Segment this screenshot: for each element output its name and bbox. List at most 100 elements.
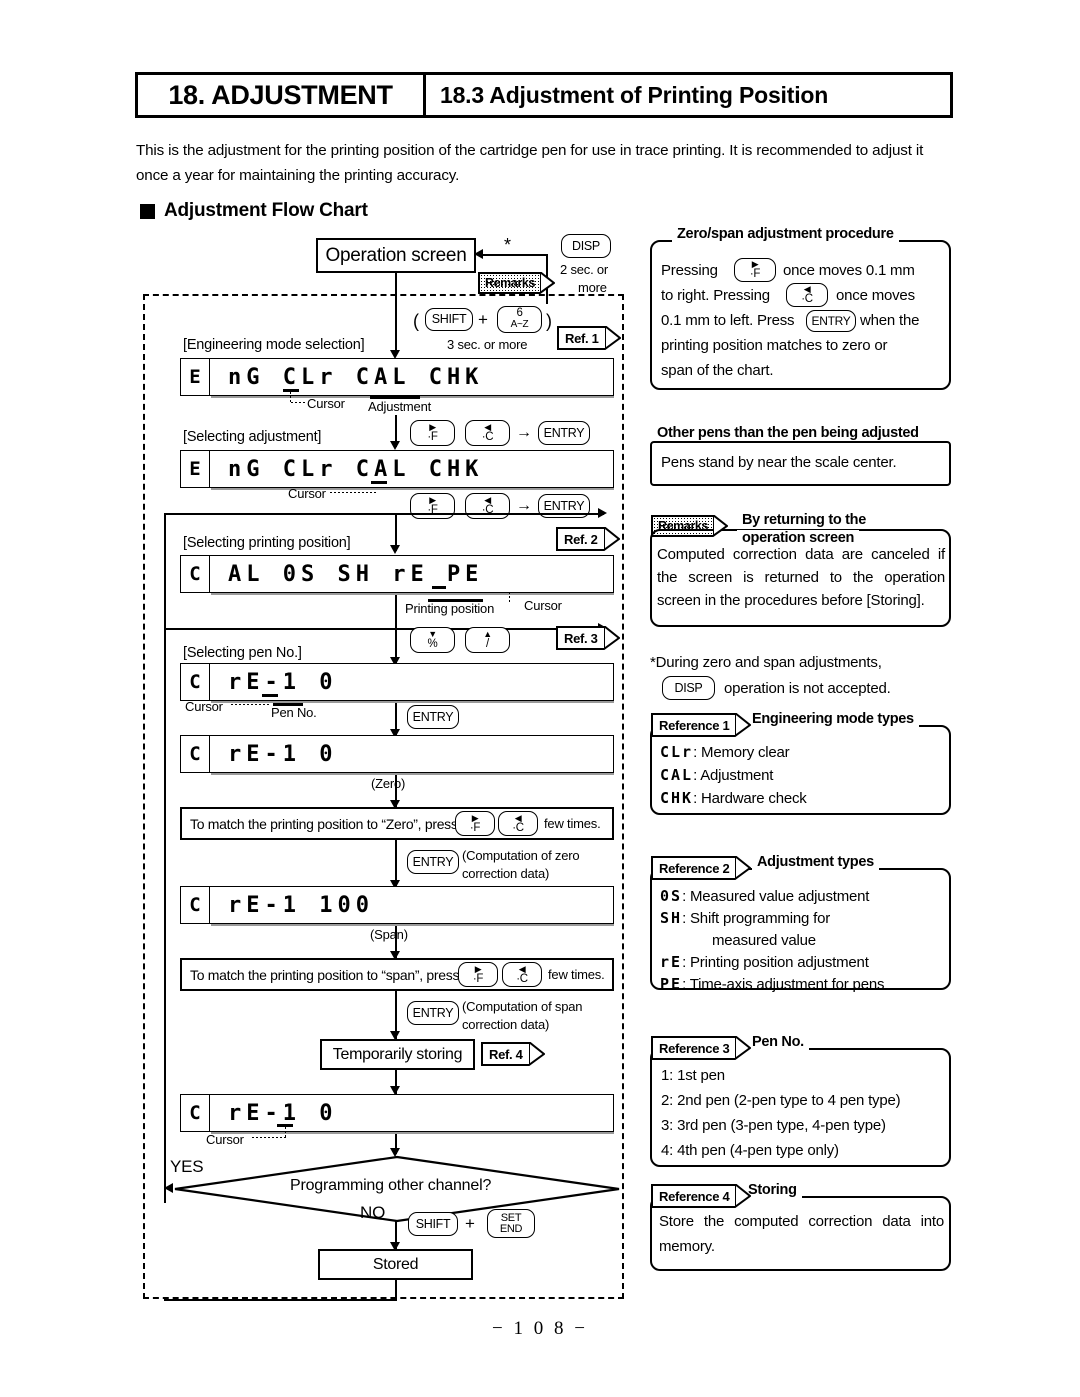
comp-span-line2: correction data) [462,1017,550,1032]
adjustment-label: Adjustment [368,399,432,414]
ref1-item-1-code: CAL [660,766,694,784]
ref4-tag-tip-icon [735,1184,752,1208]
ref1-item-0: CLr: Memory clear [660,740,790,765]
disp-key-label: DISP [572,238,600,253]
lcd-3-indicator: C [180,555,210,593]
stored-return-line [164,1299,397,1301]
ref4-title: Storing [743,1182,802,1198]
comp-zero-line2: correction data) [462,866,550,881]
ref4-tag-label: Reference 4 [651,1184,736,1208]
ref2-item-1-code: SH [660,909,683,927]
zs-left-arrow-c-key[interactable]: ◀ ·C [786,283,828,307]
ref1-item-1: CAL: Adjustment [660,763,773,788]
lcd-6-indicator: C [180,886,210,924]
right-triangle-icon-2: ▶ [429,495,436,505]
shift-key-label: SHIFT [431,312,467,327]
lcd-5-indicator: C [180,735,210,773]
disp-note-key-label: DISP [674,680,703,695]
manual-page: 18. ADJUSTMENT 18.3 Adjustment of Printi… [0,0,1080,1397]
disp-key[interactable]: DISP [561,234,611,258]
right-arrow-f-key-2[interactable]: ▶ ·F [410,493,455,519]
lcd-row-2: E nG CLr CAL CHK [180,450,614,488]
up-triangle-icon: ▲ [483,629,492,639]
zero-span-line4: printing position matches to zero or [661,337,888,354]
lcd-2-shadow [211,488,614,490]
remarks-badge-tip-icon [540,272,556,294]
ref2-item-4: PE: Time-axis adjustment for pens [660,972,884,997]
right-arrow-f-key-zero[interactable]: ▶ ·F [455,811,495,836]
zero-span-line1b: once moves 0.1 mm [783,262,915,279]
lcd-2-indicator: E [180,450,210,488]
left-arrow-c-key-span[interactable]: ◀ ·C [502,962,542,987]
ref2-tag: Reference 2 [651,856,752,880]
right-arrow-f-key-span[interactable]: ▶ ·F [458,962,498,987]
ref1-item-0-desc: : Memory clear [693,744,790,761]
lcd-7-cursor-label: Cursor [206,1132,244,1147]
down-percent-key[interactable]: ▼ % [410,627,455,653]
zs-entry-key[interactable]: ENTRY [806,310,856,332]
returning-remarks-tip-icon [713,515,729,537]
disp-note-key[interactable]: DISP [662,676,715,700]
selecting-adj-label: [Selecting adjustment] [183,429,322,445]
yes-label: YES [170,1157,204,1176]
shift-key-2[interactable]: SHIFT [408,1212,458,1236]
left-arrow-c-key-zero[interactable]: ◀ ·C [498,811,538,836]
up-slash-key[interactable]: ▲ / [465,627,510,653]
ref2-item-1-desc: : Shift programming for [682,910,831,927]
ref-2-badge: Ref. 2 [556,527,620,551]
loop-line-top-2 [164,628,604,630]
plus-sign-1: + [478,310,488,329]
temporarily-storing-box: Temporarily storing [320,1039,475,1070]
stored-exit-line [395,1280,397,1301]
printing-position-label: Printing position [405,601,495,616]
paren-close: ) [546,311,552,331]
ref2-title: Adjustment types [752,854,879,870]
entry-key-label-zero: ENTRY [412,854,454,869]
entry-key-1[interactable]: ENTRY [538,421,590,445]
zero-span-line5: span of the chart. [661,362,774,379]
lcd-2-cursor-leader [330,492,378,493]
left-arrow-c-key-2[interactable]: ◀ ·C [465,493,510,519]
lcd-4-cursor-label: Cursor [185,699,223,714]
ref3-item-1: 2: 2nd pen (2-pen type to 4 pen type) [661,1092,901,1109]
zs-right-arrow-f-key[interactable]: ▶ ·F [734,258,776,282]
lcd-6-shadow [211,924,614,926]
yes-arrow-head [164,1183,173,1193]
intro-paragraph: This is the adjustment for the printing … [136,142,924,184]
ref2-item-4-code: PE [660,975,683,993]
key-6-label: 6 [516,307,523,319]
lcd-row-1: E nG CLr CAL CHK [180,358,614,396]
percent-key-label: % [427,638,438,650]
lcd-1-indicator: E [180,358,210,396]
eng-mode-label: [Engineering mode selection] [183,337,365,353]
returning-body: Computed correction data are canceled if… [657,546,945,609]
lcd-row-3: C AL 0S SH rE PE [180,555,614,593]
remarks-badge-label: Remarks [478,272,541,294]
loop-line-left-1 [164,513,166,1203]
entry-key-zero[interactable]: ENTRY [407,850,459,874]
flow-line-to-lcd4 [395,595,397,663]
zs-left-triangle-icon: ◀ [803,284,811,294]
ref1-tag-label: Reference 1 [651,713,736,737]
page-header: 18. ADJUSTMENT 18.3 Adjustment of Printi… [135,72,953,118]
ref2-item-3-desc: : Printing position adjustment [682,954,869,971]
set-end-key[interactable]: SET END [487,1209,535,1238]
lcd-5-shadow [211,773,614,775]
lcd-1-cursor-label: Cursor [307,396,345,411]
entry-key-label-2: ENTRY [543,498,585,513]
entry-key-span[interactable]: ENTRY [407,1001,459,1025]
right-arrow-f-key-1[interactable]: ▶ ·F [410,420,455,446]
bullet-square-icon [140,203,155,219]
left-arrow-c-key-1[interactable]: ◀ ·C [465,420,510,446]
key-6-az[interactable]: 6 A~Z [497,306,542,333]
entry-key-3[interactable]: ENTRY [407,705,459,729]
lcd-2-display: nG CLr CAL CHK [210,450,614,488]
lcd-2-cursor-underline [371,481,387,484]
disp-note-line2: more [578,280,607,295]
shift-key-label-2: SHIFT [415,1216,451,1231]
disp-note-line1: *During zero and span adjustments, [650,654,882,671]
returning-remarks-badge: Remarks [651,515,729,537]
shift-key[interactable]: SHIFT [425,308,473,331]
page-number: − 1 0 8 − [492,1318,588,1339]
ref2-item-0-code: 0S [660,887,683,905]
